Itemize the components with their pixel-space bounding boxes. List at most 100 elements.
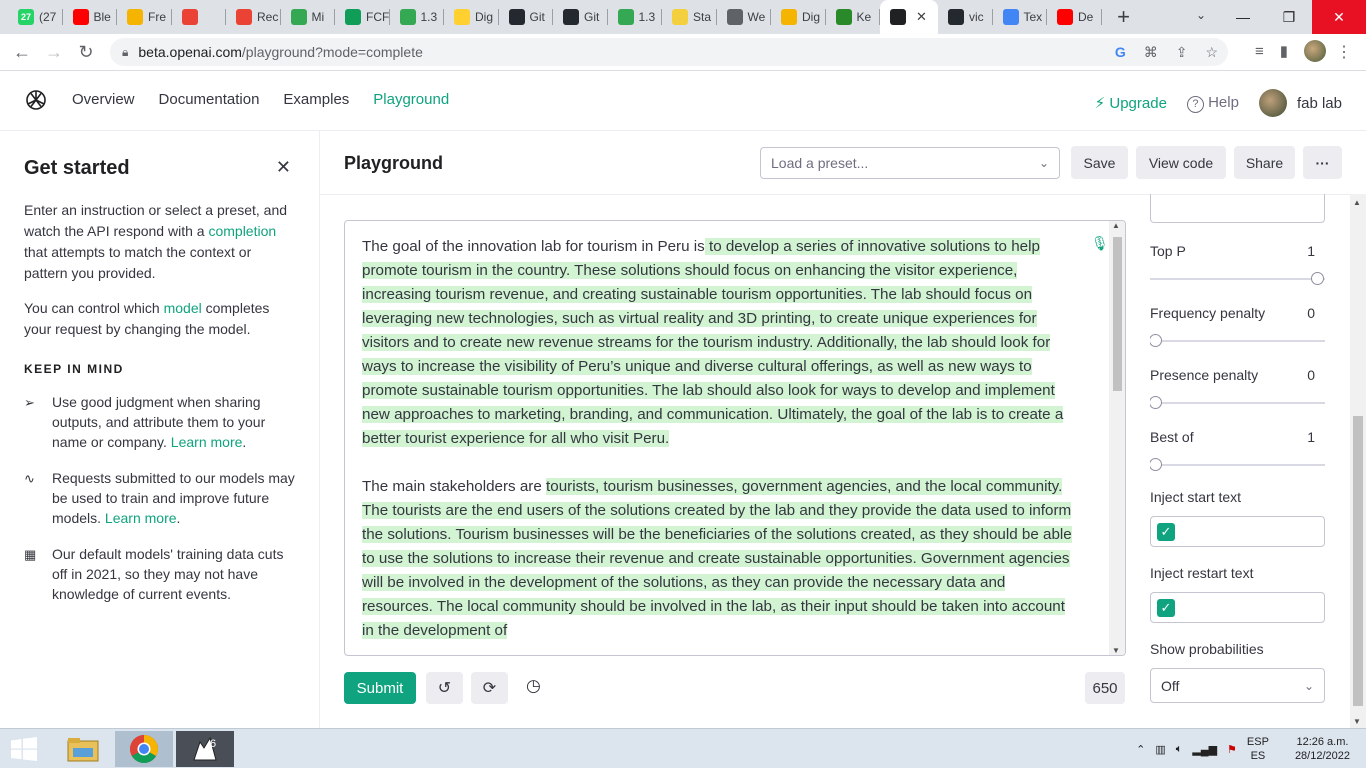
inject-start-input[interactable]: ✓ xyxy=(1150,516,1325,547)
inject-start-checkbox[interactable]: ✓ xyxy=(1157,523,1175,541)
back-button[interactable]: ← xyxy=(6,42,38,63)
microphone-icon[interactable]: 🎙︎ xyxy=(1091,235,1109,252)
show-hidden-icons[interactable]: ⌃ xyxy=(1136,743,1145,756)
chrome-icon[interactable] xyxy=(115,731,173,767)
inject-restart-input[interactable]: ✓ xyxy=(1150,592,1325,623)
presence-penalty-value[interactable]: 0 xyxy=(1307,367,1315,383)
browser-tab[interactable]: De xyxy=(1047,0,1102,34)
slider-knob[interactable] xyxy=(1150,396,1162,409)
regenerate-icon[interactable]: ⟳ xyxy=(471,672,508,704)
close-icon[interactable]: ✕ xyxy=(276,157,291,178)
history-icon[interactable]: ◷ xyxy=(526,676,541,696)
slider-knob[interactable] xyxy=(1311,272,1324,285)
browser-tab[interactable]: We xyxy=(717,0,772,34)
scroll-thumb[interactable] xyxy=(1353,416,1363,706)
side-panel-icon[interactable]: ▮ xyxy=(1280,42,1288,60)
help-link[interactable]: ? Help xyxy=(1186,94,1239,113)
learn-more-link[interactable]: Learn more xyxy=(171,434,243,450)
nav-playground[interactable]: Playground xyxy=(373,91,449,108)
scroll-down-arrow[interactable]: ▼ xyxy=(1353,717,1361,726)
clock[interactable]: 12:26 a.m. 28/12/2022 xyxy=(1295,735,1350,763)
flag-icon[interactable]: ⚑ xyxy=(1227,743,1237,756)
stop-sequences-input[interactable] xyxy=(1150,194,1325,223)
browser-menu-icon[interactable]: ⋮ xyxy=(1336,42,1352,62)
browser-tab[interactable]: Rec xyxy=(226,0,281,34)
browser-tab[interactable] xyxy=(172,0,227,34)
preset-select[interactable]: Load a preset... ⌄ xyxy=(760,147,1060,179)
frequency-penalty-slider[interactable] xyxy=(1150,334,1325,347)
learn-more-link[interactable]: Learn more xyxy=(105,510,177,526)
presence-penalty-slider[interactable] xyxy=(1150,396,1325,409)
maximize-button[interactable]: ❐ xyxy=(1266,0,1312,34)
browser-tab[interactable]: 27 (27 xyxy=(8,0,63,34)
language-indicator[interactable]: ESP ES xyxy=(1247,735,1269,763)
browser-tab[interactable]: 1.3 xyxy=(390,0,445,34)
more-options-button[interactable]: ··· xyxy=(1303,146,1342,179)
google-icon[interactable]: G xyxy=(1115,44,1126,61)
prompt-editor[interactable]: The goal of the innovation lab for touri… xyxy=(344,220,1126,656)
reading-list-icon[interactable]: ≡ xyxy=(1255,43,1264,60)
nav-overview[interactable]: Overview xyxy=(72,91,135,108)
windows-start-icon[interactable] xyxy=(10,737,38,761)
editor-text[interactable]: The goal of the innovation lab for touri… xyxy=(362,235,1072,655)
frequency-penalty-value[interactable]: 0 xyxy=(1307,305,1315,321)
browser-tab[interactable]: FCF xyxy=(335,0,390,34)
volume-icon[interactable]: 🔈︎ xyxy=(1176,743,1183,756)
browser-tab[interactable]: ✕ xyxy=(880,0,938,34)
minimize-button[interactable]: — xyxy=(1220,0,1266,34)
reload-button[interactable]: ↻ xyxy=(70,42,102,63)
scroll-up-arrow[interactable]: ▲ xyxy=(1112,221,1120,230)
browser-tab[interactable]: Git xyxy=(553,0,608,34)
best-of-slider[interactable] xyxy=(1150,458,1325,471)
view-code-button[interactable]: View code xyxy=(1136,146,1226,179)
completion-link[interactable]: completion xyxy=(208,223,276,239)
share-icon[interactable]: ⇪ xyxy=(1176,44,1188,61)
best-of-value[interactable]: 1 xyxy=(1307,429,1315,445)
top-p-slider[interactable] xyxy=(1150,272,1325,285)
browser-tab[interactable]: Tex xyxy=(993,0,1048,34)
signal-icon[interactable]: ▂▄▆ xyxy=(1192,743,1217,756)
scroll-up-arrow[interactable]: ▲ xyxy=(1353,198,1361,207)
slider-knob[interactable] xyxy=(1150,458,1162,471)
openai-logo-icon[interactable] xyxy=(24,88,48,112)
scroll-down-arrow[interactable]: ▼ xyxy=(1112,646,1120,655)
nav-examples[interactable]: Examples xyxy=(283,91,349,108)
inject-restart-checkbox[interactable]: ✓ xyxy=(1157,599,1175,617)
slider-knob[interactable] xyxy=(1150,334,1162,347)
browser-tab[interactable]: Sta xyxy=(662,0,717,34)
browser-tab[interactable]: Mi xyxy=(281,0,336,34)
browser-tab[interactable]: Dig xyxy=(444,0,499,34)
nav-documentation[interactable]: Documentation xyxy=(159,91,260,108)
new-tab-button[interactable]: + xyxy=(1102,4,1146,30)
submit-button[interactable]: Submit xyxy=(344,672,416,704)
editor-scrollbar[interactable]: ▲ ▼ xyxy=(1109,221,1125,655)
bookmark-star-icon[interactable]: ☆ xyxy=(1205,44,1218,61)
browser-tab[interactable]: vic xyxy=(938,0,993,34)
browser-tab[interactable]: Dig xyxy=(771,0,826,34)
window-close-button[interactable]: ✕ xyxy=(1312,0,1366,34)
org-menu[interactable]: fab lab xyxy=(1258,89,1342,117)
scroll-thumb[interactable] xyxy=(1113,237,1122,391)
rhino-icon[interactable]: 6 xyxy=(176,731,234,767)
upgrade-link[interactable]: ⚡︎ Upgrade xyxy=(1095,94,1167,112)
network-device-icon[interactable]: ▥ xyxy=(1155,743,1165,756)
browser-tab[interactable]: Ke xyxy=(826,0,881,34)
save-button[interactable]: Save xyxy=(1071,146,1128,179)
model-link[interactable]: model xyxy=(164,300,202,316)
tab-search-icon[interactable]: ⌄ xyxy=(1196,8,1206,22)
settings-scrollbar[interactable]: ▲ ▼ xyxy=(1350,194,1366,728)
file-explorer-icon[interactable] xyxy=(54,731,112,767)
undo-icon[interactable]: ↺ xyxy=(426,672,463,704)
tab-close-icon[interactable]: ✕ xyxy=(916,9,927,25)
forward-button[interactable]: → xyxy=(38,42,70,63)
show-probabilities-select[interactable]: Off ⌄ xyxy=(1150,668,1325,703)
browser-tab[interactable]: Fre xyxy=(117,0,172,34)
browser-tab[interactable]: Git xyxy=(499,0,554,34)
browser-tab[interactable]: Ble xyxy=(63,0,118,34)
profile-avatar[interactable] xyxy=(1304,40,1326,62)
share-button[interactable]: Share xyxy=(1234,146,1295,179)
browser-tab[interactable]: 1.3 xyxy=(608,0,663,34)
address-bar[interactable]: 🔒︎ beta.openai.com/playground?mode=compl… xyxy=(110,38,1228,66)
top-p-value[interactable]: 1 xyxy=(1307,243,1315,259)
translate-icon[interactable]: ⌘ xyxy=(1144,44,1158,61)
